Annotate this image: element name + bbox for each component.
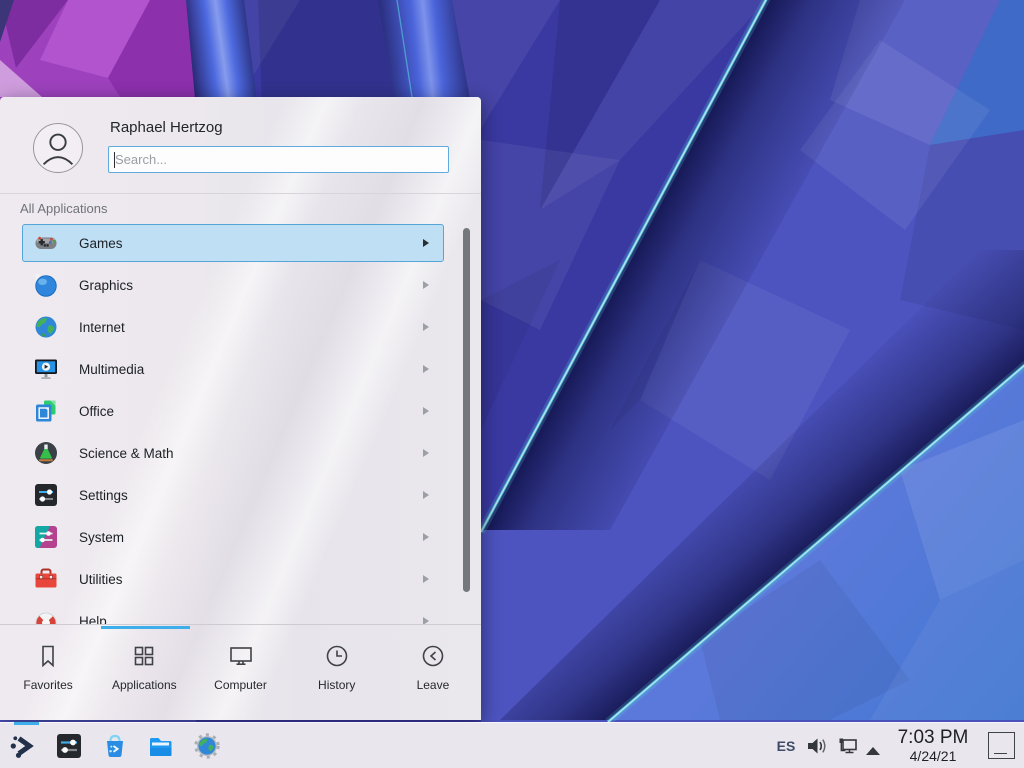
tab-computer[interactable]: Computer: [192, 625, 288, 720]
submenu-arrow-icon: [423, 575, 429, 583]
show-desktop-glyph: [994, 753, 1007, 755]
taskbar-panel: ES 7:03 PM 4/24/21: [0, 722, 1024, 768]
digital-clock[interactable]: 7:03 PM 4/24/21: [885, 726, 981, 764]
menu-item-label: Science & Math: [79, 446, 423, 461]
menu-item-games[interactable]: Games: [22, 224, 444, 262]
folder-icon: [146, 731, 176, 761]
tab-favorites[interactable]: Favorites: [0, 625, 96, 720]
clock-date: 4/24/21: [885, 749, 981, 764]
volume-tray-button[interactable]: [806, 736, 828, 756]
paint-ball-icon: [33, 272, 59, 298]
application-launcher-button[interactable]: [8, 731, 38, 761]
tab-label: Applications: [112, 678, 177, 692]
tab-label: Favorites: [23, 678, 72, 692]
tab-history[interactable]: History: [289, 625, 385, 720]
menu-item-label: Internet: [79, 320, 423, 335]
kickoff-tab-bar: Favorites Applications Compute: [0, 624, 481, 720]
menu-item-help[interactable]: Help: [22, 602, 444, 624]
application-launcher-menu: Raphael Hertzog All Applications: [0, 97, 481, 720]
history-clock-icon: [323, 642, 351, 670]
user-name: Raphael Hertzog: [110, 119, 223, 136]
tab-label: Computer: [214, 678, 267, 692]
submenu-arrow-icon: [423, 323, 429, 331]
menu-item-label: Office: [79, 404, 423, 419]
header-divider: [0, 193, 481, 194]
expand-tray-caret-icon: [866, 747, 880, 755]
clock-time: 7:03 PM: [885, 726, 981, 749]
active-launcher-indicator: [14, 722, 39, 725]
menu-item-label: Graphics: [79, 278, 423, 293]
menu-item-label: System: [79, 530, 423, 545]
computer-icon: [227, 642, 255, 670]
user-icon: [34, 124, 82, 172]
list-scrollbar[interactable]: [463, 228, 470, 592]
tab-applications[interactable]: Applications: [96, 625, 192, 720]
kde-launcher-icon: [8, 731, 38, 761]
submenu-arrow-icon: [423, 281, 429, 289]
file-manager-button[interactable]: [146, 731, 176, 761]
menu-item-label: Multimedia: [79, 362, 423, 377]
gamepad-icon: [33, 230, 59, 256]
show-desktop-button[interactable]: [988, 732, 1015, 759]
toolbox-icon: [33, 566, 59, 592]
section-label: All Applications: [20, 201, 107, 216]
documents-icon: [33, 398, 59, 424]
menu-item-multimedia[interactable]: Multimedia: [22, 350, 444, 388]
menu-item-science-math[interactable]: Science & Math: [22, 434, 444, 472]
menu-item-settings[interactable]: Settings: [22, 476, 444, 514]
system-sliders-icon: [33, 524, 59, 550]
leave-icon: [419, 642, 447, 670]
discover-button[interactable]: [100, 731, 130, 761]
tab-leave[interactable]: Leave: [385, 625, 481, 720]
application-category-list: Games Graphics: [22, 224, 444, 624]
menu-item-label: Utilities: [79, 572, 423, 587]
volume-icon: [806, 736, 828, 756]
submenu-arrow-icon: [423, 617, 429, 624]
menu-item-label: Help: [79, 614, 423, 625]
desktop: Raphael Hertzog All Applications: [0, 0, 1024, 768]
tab-label: Leave: [417, 678, 450, 692]
discover-bag-icon: [100, 731, 130, 761]
menu-item-office[interactable]: Office: [22, 392, 444, 430]
menu-item-label: Settings: [79, 488, 423, 503]
expand-tray-button[interactable]: [866, 742, 880, 750]
settings-sliders-icon: [54, 731, 84, 761]
app-grid-icon: [130, 642, 158, 670]
menu-item-system[interactable]: System: [22, 518, 444, 556]
network-tray-button[interactable]: [836, 736, 858, 758]
wired-network-icon: [836, 736, 858, 758]
submenu-arrow-icon: [423, 407, 429, 415]
active-tab-indicator: [101, 626, 190, 629]
web-browser-button[interactable]: [192, 731, 222, 761]
flask-icon: [33, 440, 59, 466]
tab-label: History: [318, 678, 355, 692]
submenu-arrow-icon: [423, 491, 429, 499]
submenu-arrow-icon: [423, 365, 429, 373]
system-settings-button[interactable]: [54, 731, 84, 761]
menu-item-label: Games: [79, 236, 423, 251]
lifebuoy-icon: [33, 608, 59, 624]
search-field[interactable]: [108, 146, 449, 173]
submenu-arrow-icon: [423, 449, 429, 457]
menu-item-internet[interactable]: Internet: [22, 308, 444, 346]
submenu-arrow-icon: [423, 239, 429, 247]
menu-item-utilities[interactable]: Utilities: [22, 560, 444, 598]
settings-sliders-icon: [33, 482, 59, 508]
globe-icon: [33, 314, 59, 340]
keyboard-layout-indicator[interactable]: ES: [772, 723, 800, 768]
globe-gear-icon: [192, 731, 222, 761]
bookmark-icon: [34, 642, 62, 670]
monitor-play-icon: [33, 356, 59, 382]
menu-item-graphics[interactable]: Graphics: [22, 266, 444, 304]
search-input[interactable]: [109, 147, 448, 172]
user-avatar[interactable]: [33, 123, 83, 173]
submenu-arrow-icon: [423, 533, 429, 541]
